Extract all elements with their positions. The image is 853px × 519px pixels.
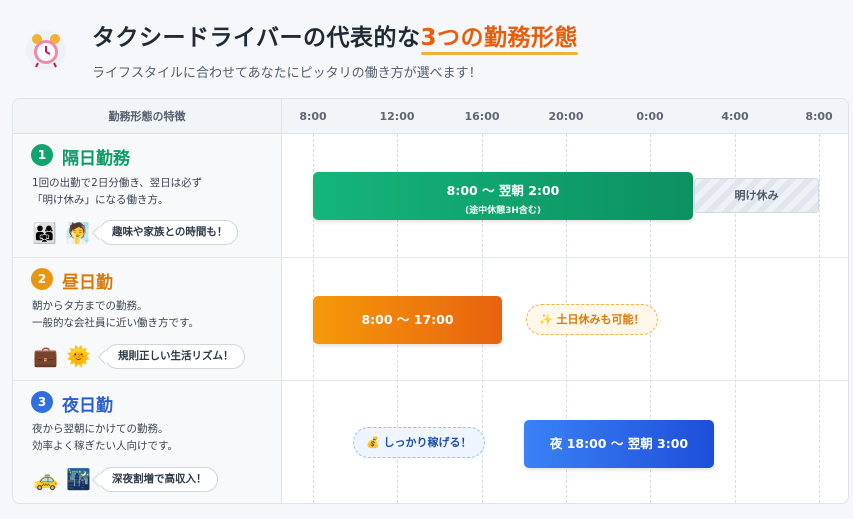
- shift-row-3: 3 夜日勤 夜から翌朝にかけての勤務。 効率よく稼ぎたい人向けです。 🚕 🌃 深…: [13, 381, 282, 503]
- row-description-line2: 一般的な会社員に近い働き方です。: [32, 317, 199, 329]
- time-tick: 12:00: [379, 110, 415, 123]
- alarm-clock-icon: [26, 30, 66, 70]
- family-icon: 👨‍👩‍👧: [32, 221, 57, 245]
- shift-bar: 8:00 〜 翌朝 2:00 (途中休憩3H含む): [313, 172, 693, 220]
- title-accent: 3つの勤務形態: [420, 25, 579, 51]
- grid-line: [819, 134, 820, 503]
- row-tag: 規則正しい生活リズム！: [105, 344, 245, 369]
- row-title: 夜日勤: [62, 396, 113, 416]
- page-header: タクシードライバーの代表的な3つの勤務形態 ライフスタイルに合わせてあなたにピッ…: [0, 0, 853, 96]
- row-tag: 深夜割増で高収入！: [99, 467, 218, 492]
- row-description-line1: 1回の出勤で2日分働き、翌日は必ず: [32, 177, 203, 189]
- time-tick: 8:00: [805, 110, 833, 123]
- shift-bar: 夜 18:00 〜 翌朝 3:00: [524, 420, 714, 468]
- shift-row-2: 2 昼日勤 朝からタ方までの勤務。 一般的な会社員に近い働き方です。 💼 🌞 規…: [13, 258, 282, 380]
- night-city-icon: 🌃: [66, 467, 91, 491]
- row-number-badge: 1: [31, 144, 53, 166]
- page-subtitle: ライフスタイルに合わせてあなたにピッタリの働き方が選べます！: [92, 66, 482, 81]
- shift-time-label: 夜 18:00 〜 翌朝 3:00: [549, 436, 689, 451]
- time-tick: 16:00: [464, 110, 500, 123]
- title-main: タクシードライバーの代表的な: [92, 25, 421, 51]
- row-number-badge: 3: [31, 391, 53, 413]
- row-tag: 趣味や家族との時間も！: [99, 220, 239, 245]
- weekend-note: ✨ 土日休みも可能！: [526, 304, 658, 335]
- briefcase-icon: 💼: [33, 344, 58, 368]
- row-number-badge: 2: [31, 268, 53, 290]
- shift-time-label: 8:00 〜 17:00: [361, 312, 454, 327]
- money-bag-icon: 💰: [366, 436, 380, 449]
- row-description-line2: 「明け休み」になる働き方。: [32, 194, 169, 206]
- shift-time-label: 8:00 〜 翌朝 2:00: [446, 183, 560, 198]
- time-tick: 0:00: [636, 110, 664, 123]
- time-tick: 4:00: [721, 110, 749, 123]
- note-text: 土日休みも可能！: [556, 313, 645, 326]
- earnings-note: 💰 しっかり稼げる！: [353, 427, 485, 458]
- table-header-row: 勤務形態の特徴 8:00 12:00 16:00 20:00 0:00 4:00…: [13, 99, 848, 134]
- taxi-icon: 🚕: [33, 467, 58, 491]
- row-description-line2: 効率よく稼ぎたい人向けです。: [32, 440, 178, 452]
- row-description-line1: 夜から翌朝にかけての勤務。: [32, 423, 169, 435]
- time-tick: 8:00: [299, 110, 327, 123]
- shift-bar: 8:00 〜 17:00: [313, 296, 502, 344]
- person-icon: 🧖: [65, 221, 90, 245]
- row-description-line1: 朝からタ方までの勤務。: [32, 300, 148, 312]
- feature-column-header: 勤務形態の特徴: [13, 99, 282, 134]
- rest-day-block: 明け休み: [694, 178, 819, 213]
- page-title: タクシードライバーの代表的な3つの勤務形態: [92, 18, 578, 52]
- shift-row-1: 1 隔日勤務 1回の出勤で2日分働き、翌日は必ず 「明け休み」になる働き方。 👨…: [13, 134, 282, 257]
- sparkle-icon: ✨: [539, 313, 553, 326]
- row-title: 隔日勤務: [62, 149, 130, 169]
- sun-icon: 🌞: [66, 344, 91, 368]
- note-text: しっかり稼げる！: [383, 436, 472, 449]
- work-schedule-table: 勤務形態の特徴 8:00 12:00 16:00 20:00 0:00 4:00…: [12, 98, 849, 504]
- row-title: 昼日勤: [62, 273, 113, 293]
- shift-break-note: (途中休憩3H含む): [464, 206, 542, 216]
- time-tick: 20:00: [548, 110, 584, 123]
